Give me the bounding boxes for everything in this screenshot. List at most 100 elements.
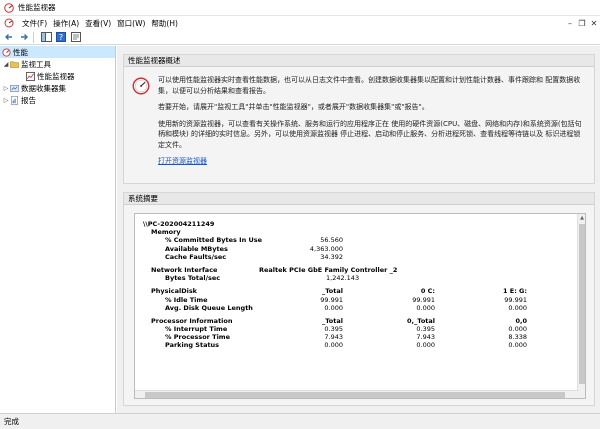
scroll-up-icon[interactable]: ▲	[578, 214, 585, 222]
disk-header-row: PhysicalDisk _Total 0 C: 1 E: G:	[143, 287, 543, 295]
counter-row: Avg. Disk Queue Length 0.000 0.000 0.000	[143, 304, 543, 312]
restore-icon[interactable]: ❐	[576, 19, 588, 28]
properties-icon	[71, 32, 81, 42]
counter-row: Bytes Total/sec 1,242.143	[143, 274, 543, 282]
overview-header: 性能监视器概述	[124, 55, 594, 67]
counter-label: % Committed Bytes In Use	[165, 236, 263, 245]
column-header: 1 E: G:	[502, 287, 527, 296]
performance-icon	[2, 47, 11, 57]
chart-icon	[26, 71, 35, 81]
tree-item-label: 性能	[13, 47, 28, 57]
back-button[interactable]	[3, 31, 15, 43]
counter-value: 0.000	[508, 303, 527, 312]
app-menu-icon[interactable]	[0, 16, 20, 30]
forward-arrow-icon	[21, 34, 28, 40]
menu-view[interactable]: 查看(V)	[83, 16, 115, 30]
tree-item-performance-monitor[interactable]: 性能监视器	[0, 70, 115, 82]
tree-item-reports[interactable]: ▷ 报告	[0, 94, 115, 106]
counter-label: Cache Faults/sec	[165, 252, 227, 261]
tree-item-data-collector-sets[interactable]: ▷ 数据收集器集	[0, 82, 115, 94]
scroll-thumb[interactable]	[145, 392, 565, 398]
mdi-window-controls: – ❐ ✕	[564, 19, 600, 28]
counter-row: % Idle Time 99.991 99.991 99.991	[143, 296, 543, 304]
properties-button[interactable]	[70, 31, 82, 43]
tree-item-label: 性能监视器	[37, 71, 75, 81]
counter-value: 7.943	[416, 333, 435, 342]
counter-value: 56.560	[320, 236, 343, 245]
menu-file[interactable]: 文件(F)	[20, 16, 51, 30]
forward-button[interactable]	[18, 31, 30, 43]
memory-label: Memory	[151, 228, 181, 237]
open-resource-monitor-link[interactable]: 打开资源监视器	[158, 157, 207, 165]
vertical-scrollbar[interactable]: ▲	[577, 214, 585, 398]
counter-value: 8.338	[508, 333, 527, 342]
column-header: _Total	[321, 316, 343, 325]
machine-name: \\PC-202004211249	[143, 220, 215, 228]
counter-label: % Idle Time	[165, 295, 208, 304]
tree-item-label: 监视工具	[21, 59, 51, 69]
counter-label: Parking Status	[165, 341, 220, 350]
counter-value: 7.943	[324, 333, 343, 342]
toolbar: ?	[0, 30, 600, 45]
status-text: 完成	[4, 417, 19, 426]
expand-icon[interactable]: ▷	[2, 96, 10, 104]
overview-paragraph-3: 使用新的资源监视器，可以查看有关操作系统、服务和运行的应用程序正在 使用的硬件资…	[158, 119, 582, 149]
counter-value: 1,242.143	[326, 274, 360, 283]
toolbar-separator	[33, 31, 34, 43]
counter-label: Bytes Total/sec	[165, 274, 221, 283]
tree-item-label: 报告	[21, 95, 36, 105]
content-pane: 性能监视器概述 可以使用性能监视器实时查看性能数据，也可以从日志文件中查看。创建…	[117, 46, 600, 413]
counter-value: 0.000	[416, 303, 435, 312]
show-hide-console-tree-button[interactable]	[40, 31, 52, 43]
expand-icon[interactable]: ▷	[2, 84, 10, 92]
help-button[interactable]: ?	[55, 31, 67, 43]
counter-value: 0.000	[508, 341, 527, 350]
minimize-icon[interactable]: –	[564, 19, 576, 28]
performance-monitor-icon	[4, 18, 14, 28]
tree-item-label: 数据收集器集	[21, 83, 66, 93]
network-adapter-name: Realtek PCIe GbE Family Controller _2	[259, 265, 398, 274]
counter-row: % Interrupt Time 0.395 0.395 0.000	[143, 325, 543, 333]
tree-item-monitoring-tools[interactable]: ◢ 监视工具	[0, 58, 115, 70]
counter-value: 0.000	[508, 325, 527, 334]
status-bar: 完成	[0, 413, 600, 429]
counter-value: 0.000	[324, 341, 343, 350]
menu-help[interactable]: 帮助(H)	[149, 16, 182, 30]
counter-row: % Processor Time 7.943 7.943 8.338	[143, 333, 543, 341]
column-header: _Total	[321, 287, 343, 296]
horizontal-scrollbar[interactable]	[135, 390, 579, 398]
counter-row: Parking Status 0.000 0.000 0.000	[143, 341, 543, 349]
overview-paragraph-1: 可以使用性能监视器实时查看性能数据，也可以从日志文件中查看。创建数据收集器集以配…	[158, 76, 581, 95]
system-summary-header: 系统摘要	[124, 193, 594, 205]
counter-value: 99.991	[504, 295, 527, 304]
back-arrow-icon	[5, 34, 12, 40]
collapse-icon[interactable]: ◢	[2, 60, 10, 68]
processor-label: Processor Information	[151, 316, 233, 325]
column-header: 0,_Total	[407, 316, 435, 325]
tree-item-performance[interactable]: 性能	[0, 46, 115, 58]
counter-value: 0.000	[416, 341, 435, 350]
menu-action[interactable]: 操作(A)	[51, 16, 83, 30]
system-summary-view: \\PC-202004211249 Memory % Committed Byt…	[134, 213, 586, 399]
counter-label: Available MBytes	[165, 244, 228, 253]
counter-row: Network Interface Realtek PCIe GbE Famil…	[143, 266, 543, 274]
title-bar: 性能监视器	[0, 0, 600, 16]
window-title: 性能监视器	[18, 3, 56, 12]
column-header: 0 C:	[420, 287, 435, 296]
data-collector-icon	[10, 84, 19, 92]
scroll-thumb[interactable]	[579, 224, 585, 384]
close-icon[interactable]: ✕	[588, 19, 600, 28]
counter-label: Avg. Disk Queue Length	[165, 303, 253, 312]
console-tree-icon	[40, 32, 52, 42]
counter-row: % Committed Bytes In Use 56.560	[143, 236, 543, 244]
performance-gauge-icon	[132, 77, 150, 95]
processor-header-row: Processor Information _Total 0,_Total 0,…	[143, 317, 543, 325]
counter-row: Available MBytes 4,363.000	[143, 245, 543, 253]
counter-value: 99.991	[320, 295, 343, 304]
counter-label: % Interrupt Time	[165, 325, 228, 334]
system-summary-panel: 系统摘要 \\PC-202004211249 Memory % Committe…	[123, 192, 595, 406]
counter-value: 0.395	[416, 325, 435, 334]
menu-window[interactable]: 窗口(W)	[115, 16, 149, 30]
column-header: 0,0	[515, 316, 527, 325]
report-icon	[11, 95, 18, 105]
